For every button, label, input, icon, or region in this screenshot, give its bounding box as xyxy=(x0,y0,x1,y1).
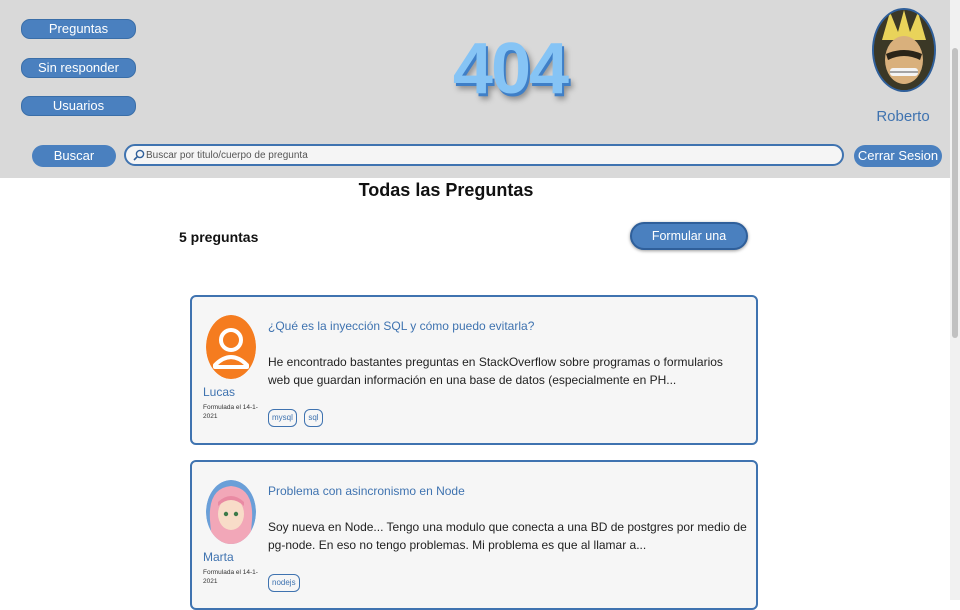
logout-button[interactable]: Cerrar Sesion xyxy=(854,145,942,167)
search-input[interactable] xyxy=(146,147,836,163)
tag-list: nodejs xyxy=(268,572,303,592)
page-title: Todas las Preguntas xyxy=(358,180,534,200)
nav-preguntas-button[interactable]: Preguntas xyxy=(21,19,136,39)
question-card: Lucas Formulada el 14-1-2021 ¿Qué es la … xyxy=(190,295,758,445)
question-excerpt: Soy nueva en Node... Tengo una modulo qu… xyxy=(268,520,747,552)
tag-sql[interactable]: sql xyxy=(304,409,323,427)
author-name[interactable]: Lucas xyxy=(203,385,235,399)
user-avatar[interactable] xyxy=(872,8,936,92)
top-header: Preguntas Sin responder Usuarios 404 Rob… xyxy=(0,0,950,178)
ask-question-button[interactable]: Formular una pregunta xyxy=(630,222,748,267)
nav-sin-responder-button[interactable]: Sin responder xyxy=(21,58,136,78)
tag-nodejs[interactable]: nodejs xyxy=(268,574,300,592)
user-name[interactable]: Roberto xyxy=(870,108,936,125)
question-title-link[interactable]: ¿Qué es la inyección SQL y cómo puedo ev… xyxy=(268,319,534,333)
question-card: Marta Formulada el 14-1-2021 Problema co… xyxy=(190,460,758,610)
search-icon xyxy=(133,149,145,161)
tag-mysql[interactable]: mysql xyxy=(268,409,297,427)
search-box xyxy=(124,144,844,166)
question-excerpt: He encontrado bastantes preguntas en Sta… xyxy=(268,355,723,387)
question-title-link[interactable]: Problema con asincronismo en Node xyxy=(268,484,465,498)
author-avatar[interactable] xyxy=(206,315,256,379)
question-count: 5 preguntas xyxy=(179,229,259,245)
question-date: Formulada el 14-1-2021 xyxy=(203,569,258,585)
search-button[interactable]: Buscar xyxy=(32,145,116,167)
author-name[interactable]: Marta xyxy=(203,550,234,564)
author-avatar[interactable] xyxy=(206,480,256,544)
question-date: Formulada el 14-1-2021 xyxy=(203,404,258,420)
tag-list: mysql sql xyxy=(268,407,326,427)
nav-usuarios-button[interactable]: Usuarios xyxy=(21,96,136,116)
scrollbar-thumb[interactable] xyxy=(952,48,958,338)
site-logo[interactable]: 404 xyxy=(448,28,572,110)
